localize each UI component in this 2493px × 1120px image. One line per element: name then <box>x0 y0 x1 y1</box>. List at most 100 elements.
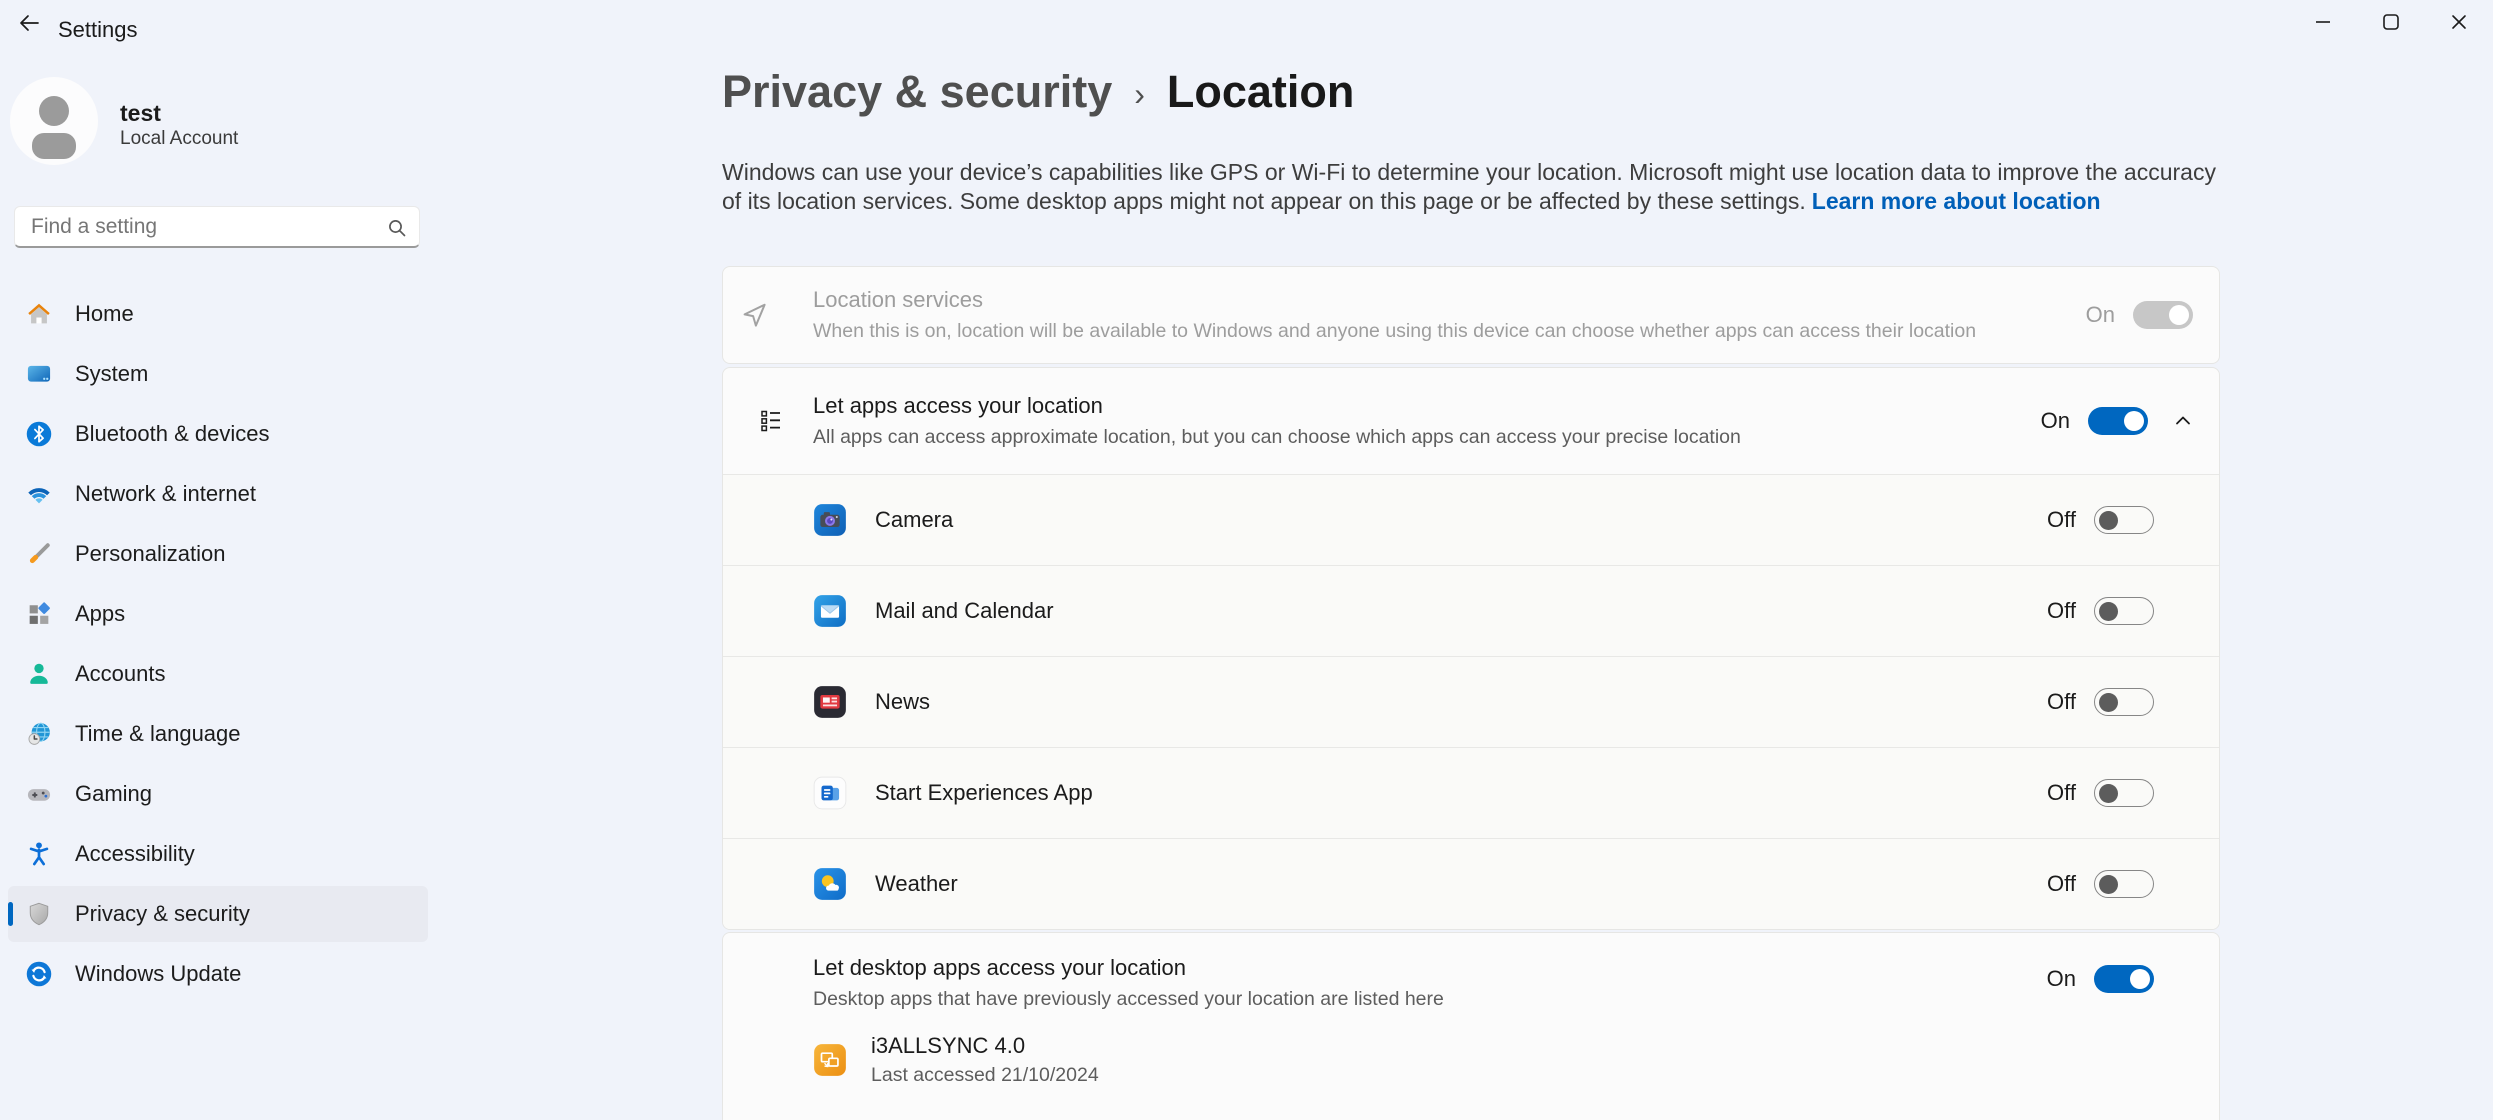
location-services-subtitle: When this is on, location will be availa… <box>813 320 1976 343</box>
sidebar-item-apps[interactable]: Apps <box>8 586 428 642</box>
app-name: Mail and Calendar <box>875 598 1054 624</box>
sidebar-item-label: Home <box>75 301 134 327</box>
sidebar-item-home[interactable]: Home <box>8 286 428 342</box>
settings-window: { "titlebar": { "title": "Settings" }, "… <box>0 0 2493 1120</box>
app-state: Off <box>2030 689 2076 715</box>
location-services-state: On <box>2069 302 2115 328</box>
sidebar-item-accessibility[interactable]: Accessibility <box>8 826 428 882</box>
sidebar-item-privacy-security[interactable]: Privacy & security <box>8 886 428 942</box>
user-account-type: Local Account <box>120 128 238 150</box>
minimize-icon <box>2312 11 2334 33</box>
back-arrow-icon <box>17 11 41 40</box>
search-icon[interactable] <box>385 216 409 245</box>
sidebar-item-personalization[interactable]: Personalization <box>8 526 428 582</box>
desktop-apps-title: Let desktop apps access your location <box>813 955 1444 981</box>
sidebar-item-windows-update[interactable]: Windows Update <box>8 946 428 1002</box>
update-icon <box>25 960 53 988</box>
shield-icon <box>25 900 53 928</box>
network-icon <box>25 480 53 508</box>
chevron-up-icon[interactable] <box>2172 410 2194 432</box>
desktop-app-info: i3ALLSYNC 4.0 Last accessed 21/10/2024 <box>871 1033 1099 1087</box>
sidebar-item-network[interactable]: Network & internet <box>8 466 428 522</box>
app-controls: Off <box>2030 506 2154 534</box>
sidebar-item-label: Network & internet <box>75 481 256 507</box>
bluetooth-icon <box>25 420 53 448</box>
avatar[interactable] <box>10 77 98 165</box>
desktop-apps-text: Let desktop apps access your location De… <box>813 955 1444 1011</box>
accessibility-icon <box>25 840 53 868</box>
weather-app-icon <box>813 867 847 901</box>
sidebar-item-label: Privacy & security <box>75 901 250 927</box>
app-controls: Off <box>2030 688 2154 716</box>
camera-location-toggle[interactable] <box>2094 506 2154 534</box>
app-row-weather: Weather Off <box>723 838 2219 929</box>
user-name: test <box>120 100 161 127</box>
app-title: Settings <box>58 17 138 43</box>
app-row-mail-calendar: Mail and Calendar Off <box>723 565 2219 656</box>
desktop-app-last-accessed: Last accessed 21/10/2024 <box>871 1064 1099 1087</box>
app-state: Off <box>2030 598 2076 624</box>
sidebar-item-accounts[interactable]: Accounts <box>8 646 428 702</box>
location-arrow-icon <box>739 300 769 330</box>
app-row-camera: Camera Off <box>723 474 2219 565</box>
desktop-apps-toggle[interactable] <box>2094 965 2154 993</box>
app-row-start-experiences: Start Experiences App Off <box>723 747 2219 838</box>
sidebar-nav: Home System Bluetooth & devices <box>8 286 428 1006</box>
apps-access-title: Let apps access your location <box>813 393 1741 419</box>
time-language-icon <box>25 720 53 748</box>
apps-access-toggle[interactable] <box>2088 407 2148 435</box>
learn-more-link[interactable]: Learn more about location <box>1812 188 2101 214</box>
news-location-toggle[interactable] <box>2094 688 2154 716</box>
minimize-button[interactable] <box>2289 0 2357 44</box>
sidebar-item-gaming[interactable]: Gaming <box>8 766 428 822</box>
apps-access-controls: On <box>2024 407 2194 435</box>
sidebar-item-label: Windows Update <box>75 961 241 987</box>
search-input[interactable] <box>15 207 419 246</box>
location-services-card: Location services When this is on, locat… <box>722 266 2220 364</box>
titlebar: Settings <box>0 0 2493 48</box>
close-button[interactable] <box>2425 0 2493 44</box>
home-icon <box>25 300 53 328</box>
sidebar-item-label: Gaming <box>75 781 152 807</box>
apps-access-header[interactable]: Let apps access your location All apps c… <box>723 368 2219 474</box>
sidebar-item-system[interactable]: System <box>8 346 428 402</box>
start-experiences-location-toggle[interactable] <box>2094 779 2154 807</box>
sidebar-item-bluetooth[interactable]: Bluetooth & devices <box>8 406 428 462</box>
apps-access-expander: Let apps access your location All apps c… <box>722 367 2220 930</box>
accounts-icon <box>25 660 53 688</box>
app-state: Off <box>2030 871 2076 897</box>
weather-location-toggle[interactable] <box>2094 870 2154 898</box>
i3allsync-app-icon <box>813 1043 847 1077</box>
location-services-text: Location services When this is on, locat… <box>813 287 1976 343</box>
page-title: Location <box>1167 66 1355 118</box>
app-name: Weather <box>875 871 958 897</box>
personalization-icon <box>25 540 53 568</box>
sidebar-item-label: System <box>75 361 148 387</box>
sidebar-item-time-language[interactable]: Time & language <box>8 706 428 762</box>
breadcrumb: Privacy & security › Location <box>722 66 1354 118</box>
breadcrumb-chevron-icon: › <box>1134 76 1145 113</box>
location-services-toggle[interactable] <box>2133 301 2193 329</box>
maximize-button[interactable] <box>2357 0 2425 44</box>
apps-access-state: On <box>2024 408 2070 434</box>
app-state: Off <box>2030 780 2076 806</box>
sidebar: test Local Account Home <box>0 48 430 1120</box>
news-app-icon <box>813 685 847 719</box>
apps-access-subtitle: All apps can access approximate location… <box>813 426 1741 449</box>
app-list-icon <box>759 408 783 434</box>
app-name: News <box>875 689 930 715</box>
desktop-app-row-i3allsync: i3ALLSYNC 4.0 Last accessed 21/10/2024 <box>813 1033 1099 1087</box>
mail-calendar-location-toggle[interactable] <box>2094 597 2154 625</box>
mail-app-icon <box>813 594 847 628</box>
app-name: Camera <box>875 507 953 533</box>
app-controls: Off <box>2030 597 2154 625</box>
close-icon <box>2448 11 2470 33</box>
desktop-app-name: i3ALLSYNC 4.0 <box>871 1033 1099 1059</box>
search-box <box>14 206 420 248</box>
sidebar-item-label: Personalization <box>75 541 225 567</box>
breadcrumb-parent[interactable]: Privacy & security <box>722 66 1112 118</box>
gaming-icon <box>25 780 53 808</box>
sidebar-item-label: Time & language <box>75 721 241 747</box>
person-icon <box>10 77 98 165</box>
back-button[interactable] <box>10 8 48 42</box>
